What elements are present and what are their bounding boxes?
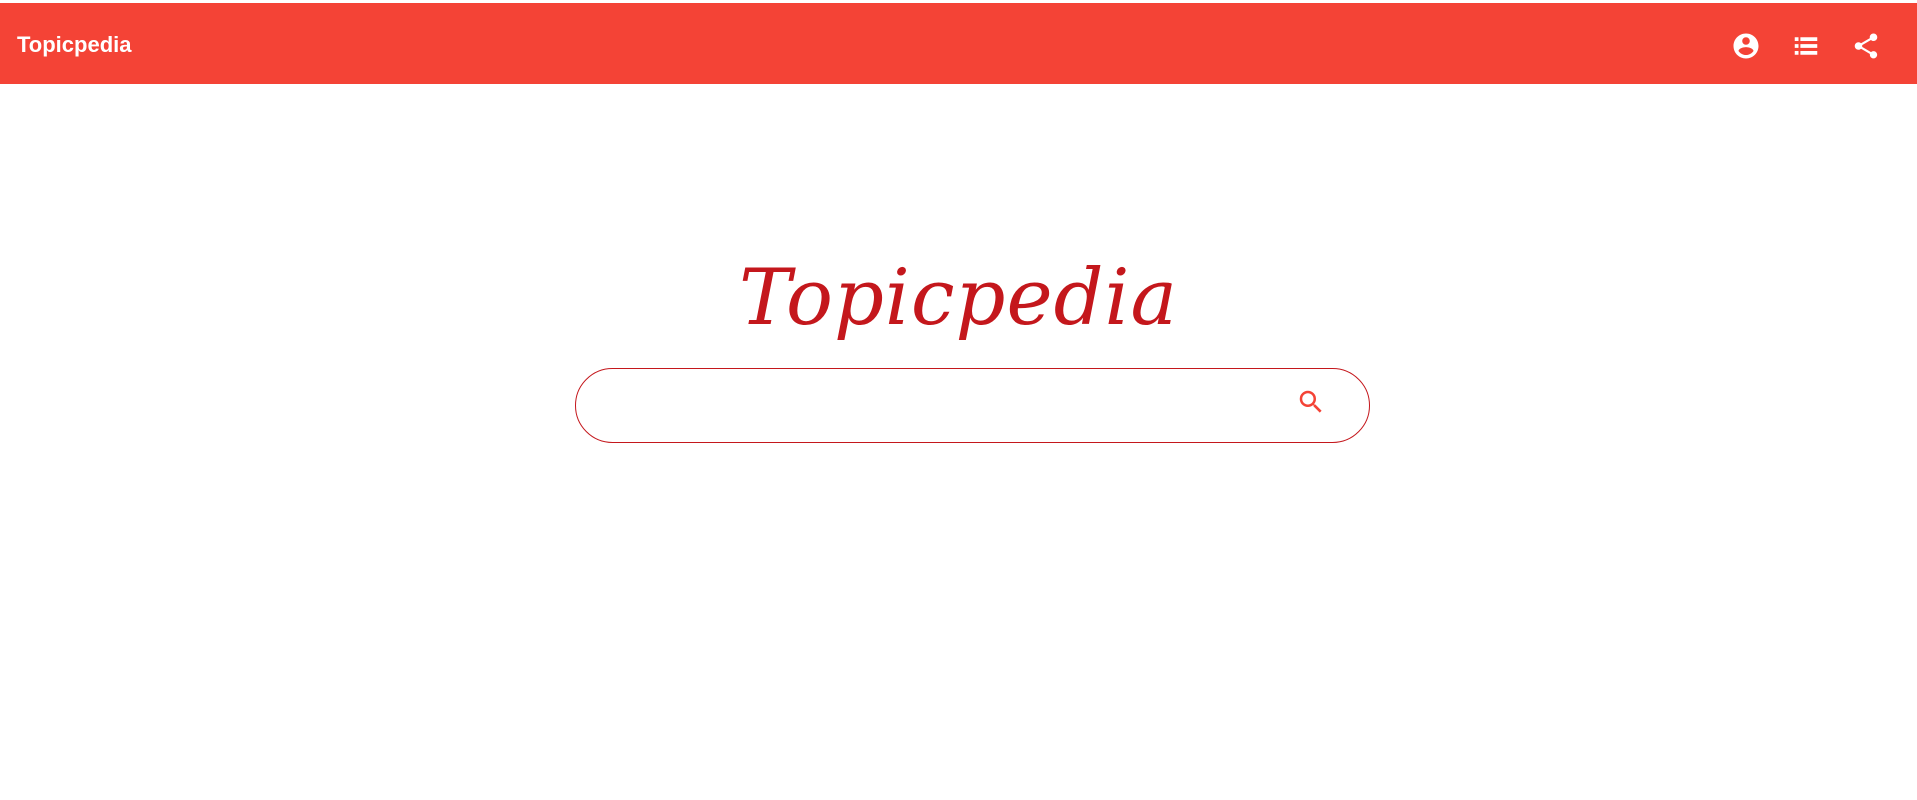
share-button[interactable] bbox=[1851, 31, 1881, 61]
search-icon bbox=[1299, 390, 1322, 413]
share-icon bbox=[1854, 33, 1878, 59]
account-button[interactable] bbox=[1731, 31, 1761, 61]
search-box bbox=[575, 368, 1370, 443]
search-button[interactable] bbox=[1291, 382, 1331, 422]
search-input[interactable] bbox=[606, 383, 1290, 430]
app-title[interactable]: Topicpedia bbox=[17, 33, 132, 57]
brand-logo-text: Topicpedia bbox=[739, 253, 1178, 343]
account-circle-icon bbox=[1733, 33, 1759, 59]
list-button[interactable] bbox=[1791, 31, 1821, 61]
list-icon bbox=[1794, 37, 1818, 55]
app-bar: Topicpedia bbox=[0, 3, 1917, 84]
